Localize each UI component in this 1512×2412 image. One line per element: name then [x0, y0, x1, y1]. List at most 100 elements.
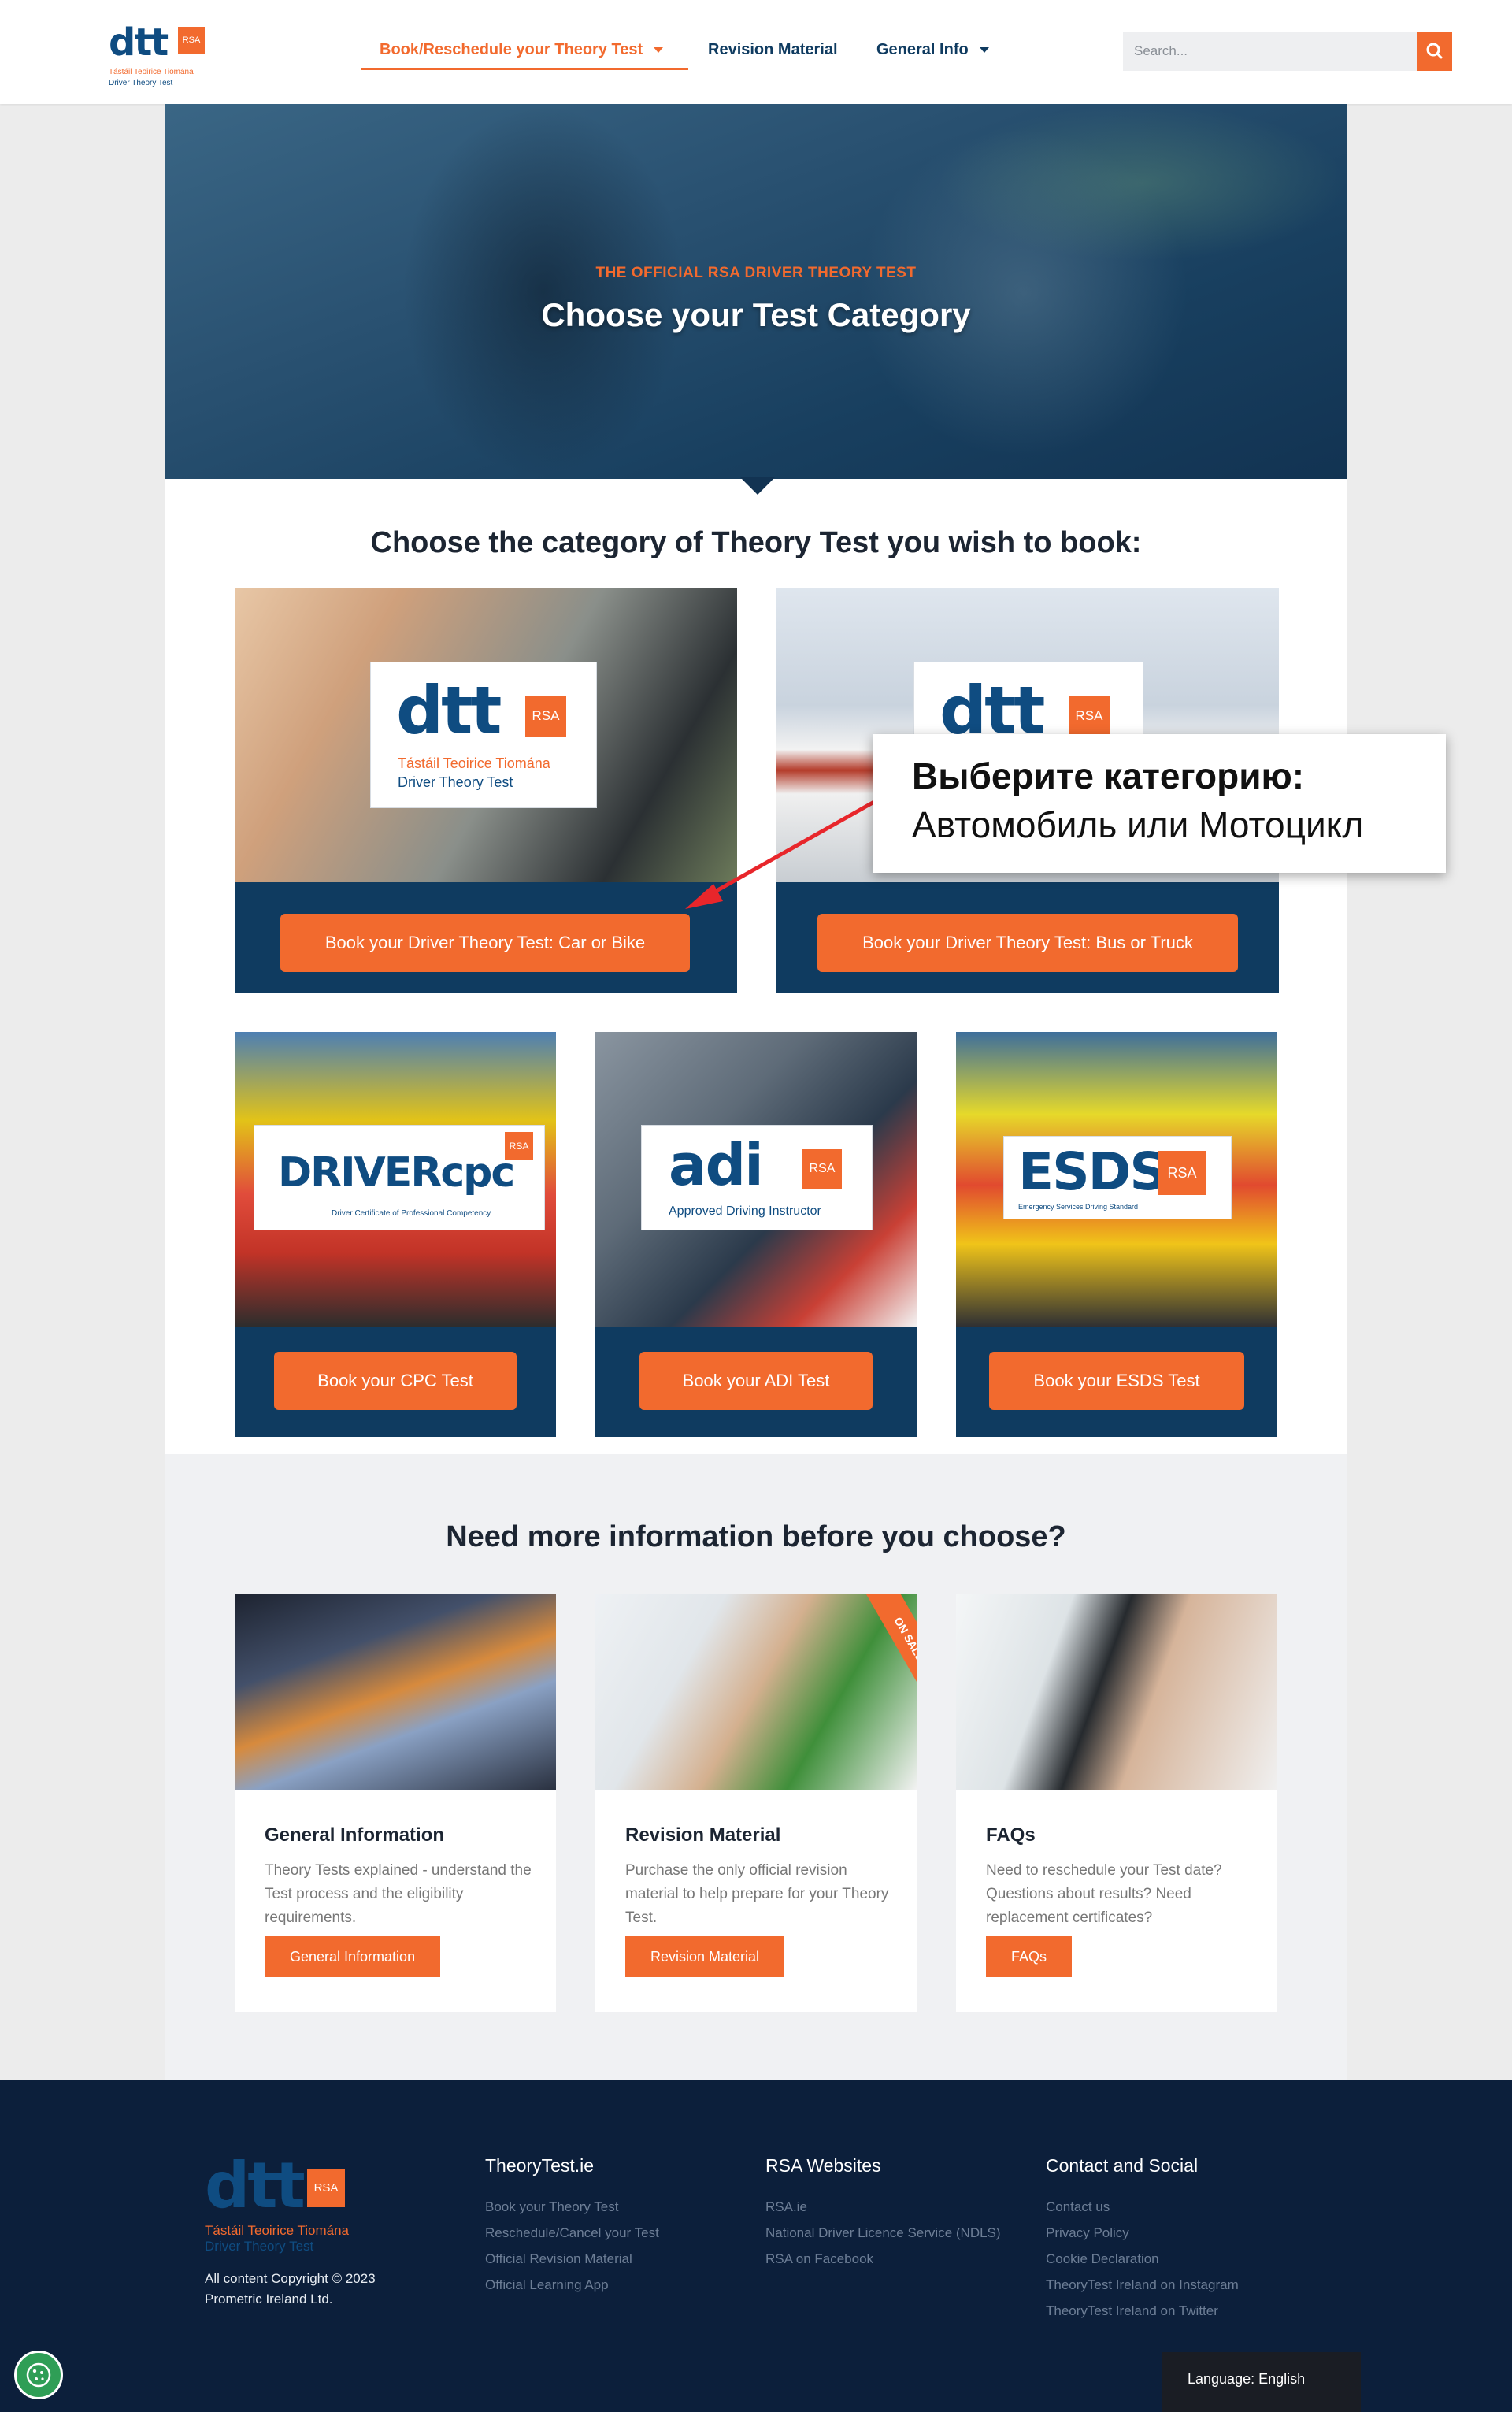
footer-column-rsa: RSA Websites RSA.ie National Driver Lice… — [765, 2155, 1001, 2272]
info-card-title: General Information — [265, 1824, 445, 1846]
info-card-description: Purchase the only official revision mate… — [625, 1862, 889, 1926]
hero-photo-trees — [937, 104, 1347, 262]
logo-tagline-english: Driver Theory Test — [205, 2239, 314, 2254]
faqs-button[interactable]: FAQs — [986, 1936, 1073, 1977]
footer-logo[interactable]: dtt RSA Tástáil Teoirice Tiomána Driver … — [205, 2149, 362, 2254]
category-card-esds: ESDS RSA Emergency Services Driving Stan… — [956, 1032, 1277, 1437]
nav-general-info[interactable]: General Info — [876, 41, 989, 59]
footer-column-contact: Contact and Social Contact us Privacy Po… — [1046, 2155, 1239, 2324]
category-card-adi: adi RSA Approved Driving Instructor Book… — [595, 1032, 917, 1437]
search-input[interactable] — [1123, 32, 1418, 71]
hero-title: Choose your Test Category — [541, 296, 971, 333]
footer-link[interactable]: RSA on Facebook — [765, 2246, 1001, 2272]
adi-wordmark: adi — [669, 1132, 764, 1198]
general-information-button[interactable]: General Information — [265, 1936, 441, 1977]
footer-link[interactable]: Cookie Declaration — [1046, 2246, 1239, 2272]
nav-label: Revision Material — [708, 41, 838, 58]
book-car-bike-button[interactable]: Book your Driver Theory Test: Car or Bik… — [280, 914, 690, 972]
rsa-badge: RSA — [307, 2169, 345, 2207]
footer-column-heading: RSA Websites — [765, 2155, 881, 2176]
footer-link[interactable]: Contact us — [1046, 2194, 1239, 2220]
active-nav-underline — [361, 68, 688, 70]
search-button[interactable] — [1418, 32, 1452, 71]
esds-logo-box: ESDS RSA Emergency Services Driving Stan… — [1003, 1136, 1232, 1219]
adi-logo-box: adi RSA Approved Driving Instructor — [641, 1125, 873, 1230]
students-tablet-photo: ON SALE! — [595, 1594, 917, 1790]
info-card-description: Need to reschedule your Test date? Quest… — [986, 1862, 1222, 1926]
category-section: Choose the category of Theory Test you w… — [165, 479, 1347, 1454]
annotation-callout: Выберите категорию: Автомобиль или Мотоц… — [873, 734, 1446, 873]
cookie-settings-button[interactable] — [14, 2351, 63, 2399]
footer-column-theorytest: TheoryTest.ie Book your Theory Test Resc… — [485, 2155, 659, 2298]
more-info-heading: Need more information before you choose? — [446, 1520, 1066, 1553]
book-bus-truck-button[interactable]: Book your Driver Theory Test: Bus or Tru… — [817, 914, 1238, 972]
hero-photo-shadow — [402, 104, 685, 479]
nav-revision-material[interactable]: Revision Material — [708, 41, 838, 59]
logo-mark: dtt — [109, 20, 169, 65]
revision-material-button[interactable]: Revision Material — [625, 1936, 785, 1977]
copyright-company: Prometric Ireland Ltd. — [205, 2291, 333, 2306]
on-sale-ribbon: ON SALE! — [862, 1594, 917, 1710]
footer-column-heading: Contact and Social — [1046, 2155, 1199, 2176]
logo-tagline-english: Driver Theory Test — [398, 774, 513, 790]
dtt-logo-box: dtt RSA Tástáil Teoirice Tiomána Driver … — [370, 662, 597, 808]
footer-link[interactable]: Official Learning App — [485, 2272, 659, 2298]
book-esds-button[interactable]: Book your ESDS Test — [989, 1352, 1244, 1410]
rsa-badge: RSA — [178, 27, 205, 54]
chevron-down-icon — [979, 47, 989, 54]
driver-cpc-logo-box: DRIVERcpc RSA Driver Certificate of Prof… — [254, 1125, 545, 1230]
students-computers-photo — [956, 1594, 1277, 1790]
footer-link[interactable]: TheoryTest Ireland on Twitter — [1046, 2298, 1239, 2324]
info-card-faqs: FAQs Need to reschedule your Test date? … — [956, 1594, 1277, 2012]
book-cpc-button[interactable]: Book your CPC Test — [274, 1352, 517, 1410]
logo-tagline-irish: Tástáil Teoirice Tiomána — [205, 2223, 349, 2238]
search-icon — [1426, 43, 1443, 59]
copyright: All content Copyright © 2023 Prometric I… — [205, 2269, 376, 2310]
traffic-photo — [235, 1594, 556, 1790]
cookie-icon — [26, 2362, 51, 2388]
footer-link[interactable]: RSA.ie — [765, 2194, 1001, 2220]
logo-tagline-english: Driver Theory Test — [109, 79, 173, 87]
nav-book-reschedule[interactable]: Book/Reschedule your Theory Test — [380, 41, 664, 59]
category-heading: Choose the category of Theory Test you w… — [370, 526, 1142, 559]
hero-eyebrow: THE OFFICIAL RSA DRIVER THEORY TEST — [595, 265, 917, 281]
site-logo[interactable]: dtt RSA Tástáil Teoirice Tiomána Driver … — [109, 20, 211, 87]
driver-cpc-wordmark: DRIVERcpc — [278, 1149, 515, 1197]
logo-tagline: Approved Driving Instructor — [669, 1204, 821, 1218]
nav-label: Book/Reschedule your Theory Test — [380, 41, 643, 58]
footer-column-heading: TheoryTest.ie — [485, 2155, 595, 2176]
rsa-badge: RSA — [505, 1132, 533, 1160]
logo-tagline: Driver Certificate of Professional Compe… — [332, 1209, 491, 1218]
logo-tagline-irish: Tástáil Teoirice Tiomána — [109, 68, 194, 76]
footer-link[interactable]: Reschedule/Cancel your Test — [485, 2220, 659, 2246]
info-card-title: FAQs — [986, 1824, 1036, 1846]
hero-pointer-triangle — [740, 477, 775, 495]
footer-link[interactable]: TheoryTest Ireland on Instagram — [1046, 2272, 1239, 2298]
rsa-badge: RSA — [525, 696, 566, 737]
dtt-wordmark: dtt — [396, 672, 502, 749]
category-card-cpc: DRIVERcpc RSA Driver Certificate of Prof… — [235, 1032, 556, 1437]
info-card-description: Theory Tests explained - understand the … — [265, 1862, 532, 1926]
driving-instructor-photo: adi RSA Approved Driving Instructor — [595, 1032, 917, 1327]
nav-label: General Info — [876, 41, 969, 58]
footer-link[interactable]: Privacy Policy — [1046, 2220, 1239, 2246]
info-card-general: General Information Theory Tests explain… — [235, 1594, 556, 2012]
more-info-section: Need more information before you choose?… — [165, 1454, 1347, 2080]
language-selector[interactable]: Language: English — [1162, 2352, 1361, 2412]
info-card-revision: ON SALE! Revision Material Purchase the … — [595, 1594, 917, 2012]
footer-link[interactable]: Official Revision Material — [485, 2246, 659, 2272]
copyright-line: All content Copyright © 2023 — [205, 2271, 376, 2286]
logo-tagline-irish: Tástáil Teoirice Tiomána — [398, 755, 550, 771]
footer-link[interactable]: Book your Theory Test — [485, 2194, 659, 2220]
rsa-badge: RSA — [802, 1149, 842, 1189]
rsa-badge: RSA — [1158, 1151, 1206, 1195]
book-adi-button[interactable]: Book your ADI Test — [639, 1352, 873, 1410]
chevron-down-icon — [654, 47, 664, 54]
rsa-badge: RSA — [1069, 696, 1110, 737]
callout-title: Выберите категорию: — [912, 755, 1305, 796]
info-card-title: Revision Material — [625, 1824, 781, 1846]
ambulances-photo: ESDS RSA Emergency Services Driving Stan… — [956, 1032, 1277, 1327]
trucks-photo: DRIVERcpc RSA Driver Certificate of Prof… — [235, 1032, 556, 1327]
footer-link[interactable]: National Driver Licence Service (NDLS) — [765, 2220, 1001, 2246]
car-bike-photo: dtt RSA Tástáil Teoirice Tiomána Driver … — [235, 588, 737, 882]
